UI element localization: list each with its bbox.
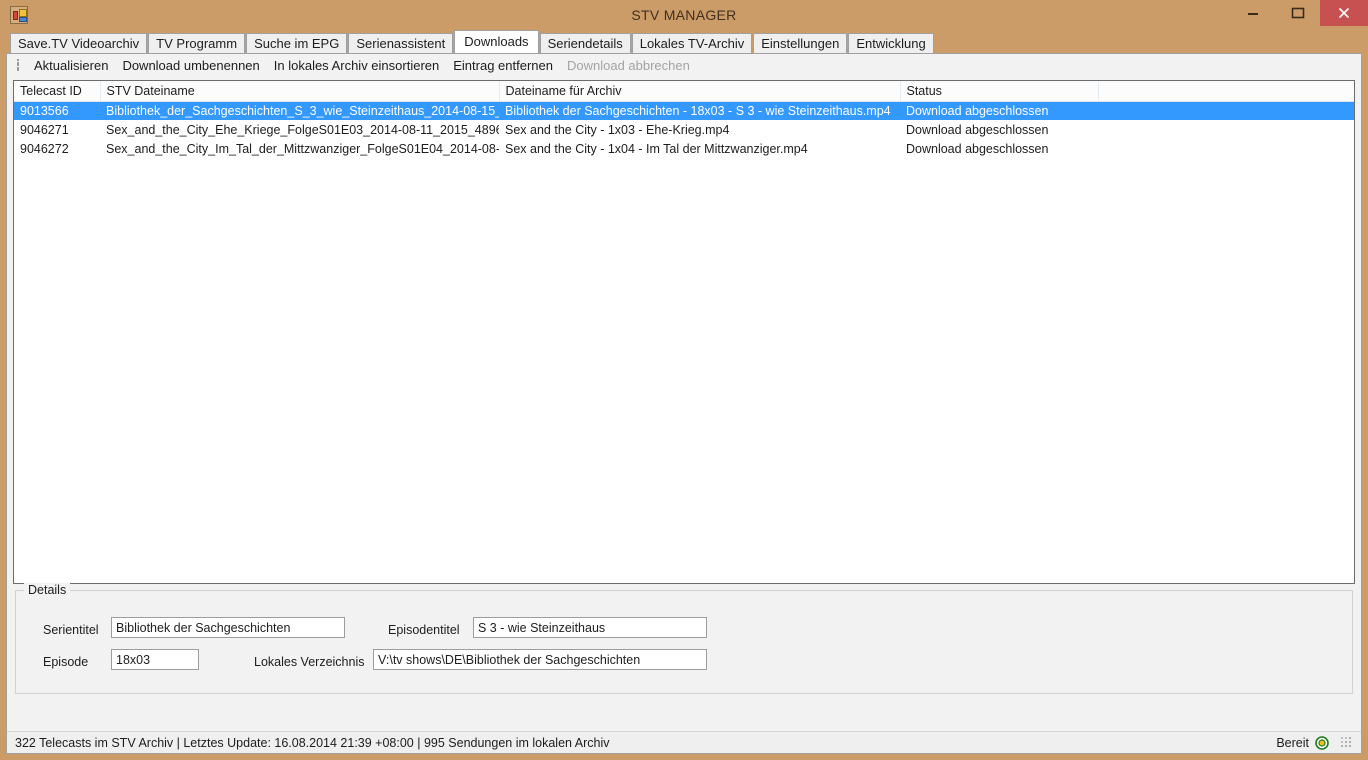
tab-serienassistent[interactable]: Serienassistent <box>348 33 454 53</box>
tab-lokales-tv-archiv[interactable]: Lokales TV-Archiv <box>631 33 753 53</box>
details-legend: Details <box>24 583 71 597</box>
toolbar-in-lokales-archiv[interactable]: In lokales Archiv einsortieren <box>267 56 446 75</box>
tab-seriendetails[interactable]: Seriendetails <box>539 33 631 53</box>
episodentitel-input[interactable] <box>473 617 707 638</box>
window-title: STV MANAGER <box>631 7 737 23</box>
minimize-button[interactable] <box>1230 0 1275 26</box>
cell-filler <box>1098 139 1354 158</box>
application-window: STV MANAGER Save.TV Videoarchiv TV Progr… <box>0 0 1368 760</box>
status-ready-label: Bereit <box>1276 735 1309 750</box>
serientitel-input[interactable] <box>111 617 345 638</box>
cell-stv-filename: Sex_and_the_City_Ehe_Kriege_FolgeS01E03_… <box>106 122 499 137</box>
column-header-telecast-id[interactable]: Telecast ID <box>14 81 101 102</box>
close-icon <box>1338 7 1350 19</box>
toolbar-eintrag-entfernen[interactable]: Eintrag entfernen <box>446 56 560 75</box>
maximize-icon <box>1291 7 1304 19</box>
client-area: Aktualisieren Download umbenennen In lok… <box>6 53 1362 754</box>
status-left-text: 322 Telecasts im STV Archiv | Letztes Up… <box>15 735 610 750</box>
cell-status: Download abgeschlossen <box>906 141 1049 156</box>
column-header-filler[interactable] <box>1098 81 1354 102</box>
cell-telecast-id: 9013566 <box>14 101 100 120</box>
drag-grip-icon[interactable] <box>15 57 23 73</box>
tab-tv-programm[interactable]: TV Programm <box>148 33 246 53</box>
label-serientitel: Serientitel <box>43 623 99 637</box>
window-controls <box>1230 0 1368 26</box>
column-header-dateiname-archiv[interactable]: Dateiname für Archiv <box>499 81 901 102</box>
cell-filler <box>1098 101 1354 120</box>
tab-suche-im-epg[interactable]: Suche im EPG <box>246 33 348 53</box>
table-header-row: Telecast ID STV Dateiname Dateiname für … <box>14 81 1354 102</box>
status-bar: 322 Telecasts im STV Archiv | Letztes Up… <box>7 731 1361 753</box>
tab-downloads[interactable]: Downloads <box>454 30 539 53</box>
table-row[interactable]: 9013566 Bibliothek_der_Sachgeschichten_S… <box>14 101 1354 120</box>
column-header-status[interactable]: Status <box>900 81 1099 102</box>
cell-archive-filename: Bibliothek der Sachgeschichten - 18x03 -… <box>499 101 900 120</box>
label-episodentitel: Episodentitel <box>388 623 460 637</box>
label-lokales-verzeichnis: Lokales Verzeichnis <box>254 655 365 669</box>
details-groupbox: Details Serientitel Episodentitel Episod… <box>15 583 1353 694</box>
tab-list: Save.TV Videoarchiv TV Programm Suche im… <box>10 30 1368 53</box>
downloads-table: Telecast ID STV Dateiname Dateiname für … <box>14 81 1354 158</box>
toolbar-download-umbenennen[interactable]: Download umbenennen <box>115 56 266 75</box>
lokales-verzeichnis-input[interactable] <box>373 649 707 670</box>
table-row[interactable]: 9046272 Sex_and_the_City_Im_Tal_der_Mitt… <box>14 139 1354 158</box>
maximize-button[interactable] <box>1275 0 1320 26</box>
cell-archive-filename: Sex and the City - 1x04 - Im Tal der Mit… <box>505 141 808 156</box>
cell-status: Download abgeschlossen <box>900 101 1098 120</box>
cell-stv-filename: Sex_and_the_City_Im_Tal_der_Mittzwanzige… <box>106 141 499 156</box>
label-episode: Episode <box>43 655 89 669</box>
cell-telecast-id: 9046272 <box>20 141 69 156</box>
toolbar-aktualisieren[interactable]: Aktualisieren <box>27 56 115 75</box>
minimize-icon <box>1247 13 1258 15</box>
tab-entwicklung[interactable]: Entwicklung <box>848 33 934 53</box>
tab-einstellungen[interactable]: Einstellungen <box>753 33 848 53</box>
episode-input[interactable] <box>111 649 199 670</box>
toolbar: Aktualisieren Download umbenennen In lok… <box>7 54 1361 77</box>
cell-status: Download abgeschlossen <box>906 122 1049 137</box>
downloads-list[interactable]: Telecast ID STV Dateiname Dateiname für … <box>13 80 1355 584</box>
tab-strip: Save.TV Videoarchiv TV Programm Suche im… <box>0 30 1368 53</box>
table-row[interactable]: 9046271 Sex_and_the_City_Ehe_Kriege_Folg… <box>14 120 1354 139</box>
resize-grip-icon[interactable] <box>1341 736 1353 749</box>
toolbar-download-abbrechen: Download abbrechen <box>566 57 690 73</box>
cell-archive-filename: Sex and the City - 1x03 - Ehe-Krieg.mp4 <box>505 122 730 137</box>
ready-status-icon <box>1315 735 1329 750</box>
status-right-group: Bereit <box>1276 736 1357 750</box>
tab-save-tv-videoarchiv[interactable]: Save.TV Videoarchiv <box>10 33 148 53</box>
cell-filler <box>1098 120 1354 139</box>
column-header-stv-dateiname[interactable]: STV Dateiname <box>100 81 500 102</box>
close-button[interactable] <box>1320 0 1368 26</box>
cell-telecast-id: 9046271 <box>20 122 69 137</box>
title-bar[interactable]: STV MANAGER <box>0 0 1368 30</box>
cell-stv-filename: Bibliothek_der_Sachgeschichten_S_3_wie_S… <box>100 101 499 120</box>
